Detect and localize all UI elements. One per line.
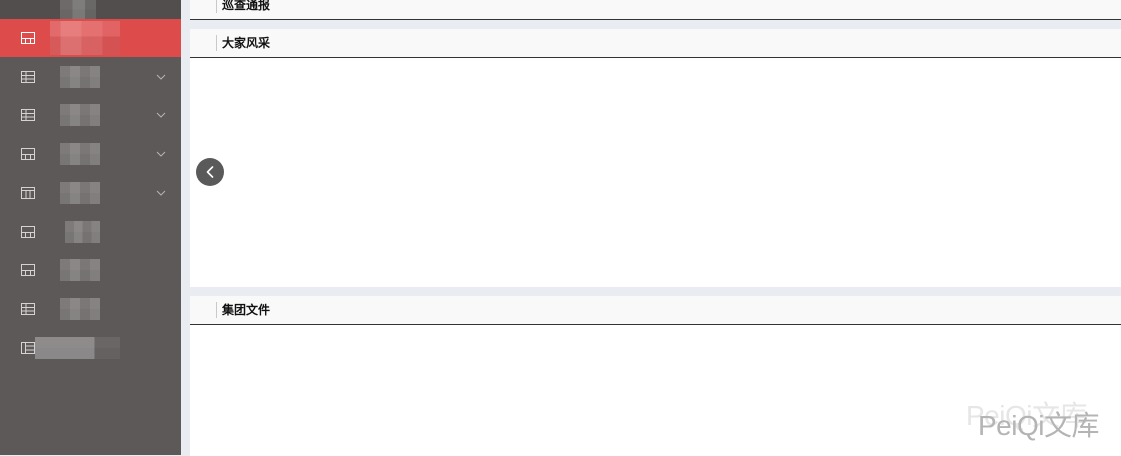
panel-title: 巡查通报 bbox=[222, 0, 271, 12]
chevron-down-icon bbox=[156, 112, 166, 119]
sidebar-nav bbox=[0, 0, 181, 455]
header-separator bbox=[216, 0, 217, 13]
card-icon bbox=[21, 264, 35, 277]
panel-header: 巡查通报 bbox=[190, 0, 1121, 20]
chevron-left-icon bbox=[206, 166, 214, 178]
sidebar-item-label bbox=[65, 220, 100, 243]
sidebar-item-label bbox=[50, 20, 120, 55]
carousel-prev-button[interactable] bbox=[196, 158, 224, 186]
table-icon bbox=[21, 70, 35, 83]
sidebar-item-label bbox=[60, 143, 100, 166]
sidebar-item-5[interactable] bbox=[0, 174, 181, 213]
panel-title: 大家风采 bbox=[222, 36, 271, 50]
panel-header: 大家风采 bbox=[190, 29, 1121, 58]
sidebar-item-label bbox=[60, 259, 100, 282]
header-separator bbox=[216, 302, 217, 318]
chevron-down-icon bbox=[156, 151, 166, 157]
panel-header: 集团文件 bbox=[190, 296, 1121, 325]
sidebar-item-3[interactable] bbox=[0, 96, 181, 135]
sidebar-item-label bbox=[35, 336, 120, 359]
sidebar-item-8[interactable] bbox=[0, 290, 181, 329]
sidebar-item-2[interactable] bbox=[0, 57, 181, 96]
sidebar-item-1[interactable] bbox=[0, 18, 181, 58]
sidebar-item-6[interactable] bbox=[0, 212, 181, 251]
sidebar-item-label bbox=[60, 181, 100, 204]
chevron-down-icon bbox=[156, 74, 166, 80]
table-icon bbox=[21, 303, 35, 316]
panel-showcase: 大家风采 bbox=[190, 29, 1121, 287]
sidebar bbox=[0, 0, 181, 455]
card-icon bbox=[21, 148, 35, 161]
table-icon bbox=[21, 109, 35, 122]
sidebar-item-label bbox=[60, 65, 100, 88]
sidebar-item-9[interactable] bbox=[0, 329, 181, 368]
panel-title: 集团文件 bbox=[222, 303, 271, 317]
sidebar-item-4[interactable] bbox=[0, 135, 181, 174]
card-icon bbox=[21, 225, 35, 238]
carousel bbox=[190, 58, 1121, 287]
sidebar-item-7[interactable] bbox=[0, 251, 181, 290]
sidebar-item-label bbox=[60, 298, 100, 321]
chevron-down-icon bbox=[156, 190, 166, 196]
calendar-icon bbox=[21, 186, 35, 199]
panel-inspection-report: 巡查通报 bbox=[190, 0, 1121, 20]
columns-icon bbox=[21, 341, 35, 354]
header-separator bbox=[216, 35, 217, 51]
sidebar-item-label bbox=[60, 104, 100, 127]
card-icon bbox=[21, 31, 35, 44]
watermark: PeiQi文库 bbox=[978, 410, 1099, 441]
